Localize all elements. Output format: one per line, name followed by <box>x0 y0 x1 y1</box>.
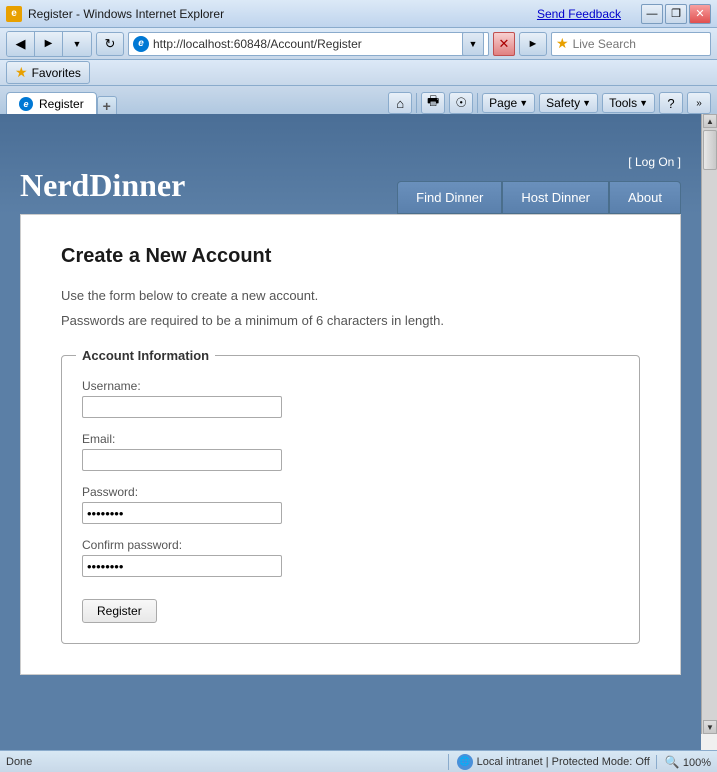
favorites-button[interactable]: ★ Favorites <box>6 61 90 84</box>
forward-button[interactable]: ▶ <box>35 32 63 56</box>
back-button[interactable]: ◀ <box>7 32 35 56</box>
title-bar: e Register - Windows Internet Explorer S… <box>0 0 717 28</box>
address-input[interactable] <box>153 37 458 51</box>
dropdown-button[interactable]: ▼ <box>63 32 91 56</box>
go-button[interactable]: ► <box>519 32 547 56</box>
browser-content-area: NerdDinner [ Log On ] Find Dinner Host D… <box>0 114 701 750</box>
home-icon[interactable]: ⌂ <box>388 92 412 114</box>
email-label: Email: <box>82 432 619 446</box>
search-input[interactable] <box>573 37 717 51</box>
print-icon[interactable]: 🖶 <box>421 92 445 114</box>
desc-line-1: Use the form below to create a new accou… <box>61 288 640 303</box>
ie-logo-icon: e <box>6 6 22 22</box>
status-text: Done <box>6 756 442 768</box>
refresh-button[interactable]: ↻ <box>96 32 124 56</box>
star-icon: ★ <box>15 64 28 81</box>
favorites-bar: ★ Favorites <box>0 60 717 86</box>
username-label: Username: <box>82 379 619 393</box>
minimize-button[interactable]: — <box>641 4 663 24</box>
page-button[interactable]: Page ▼ <box>482 93 535 113</box>
toolbar-separator-2 <box>477 93 478 113</box>
status-bar: Done 🌐 Local intranet | Protected Mode: … <box>0 750 717 772</box>
zone-info: 🌐 Local intranet | Protected Mode: Off <box>448 754 650 770</box>
username-input[interactable] <box>82 396 282 418</box>
live-search-icon: ★ <box>556 35 569 52</box>
host-dinner-button[interactable]: Host Dinner <box>502 181 609 214</box>
confirm-password-input[interactable] <box>82 555 282 577</box>
safety-chevron: ▼ <box>582 98 591 108</box>
nd-content-box: Create a New Account Use the form below … <box>20 214 681 675</box>
scroll-down-arrow[interactable]: ▼ <box>703 720 717 734</box>
find-dinner-button[interactable]: Find Dinner <box>397 181 502 214</box>
nd-header: NerdDinner [ Log On ] Find Dinner Host D… <box>0 114 701 214</box>
close-button[interactable]: ✕ <box>689 4 711 24</box>
safety-button[interactable]: Safety ▼ <box>539 93 598 113</box>
page-chevron: ▼ <box>519 98 528 108</box>
live-search-wrap: ★ 🔍 <box>551 32 711 56</box>
favorites-label: Favorites <box>32 66 81 80</box>
new-tab-button[interactable]: + <box>97 96 117 114</box>
help-button[interactable]: ? <box>659 92 683 114</box>
password-input[interactable] <box>82 502 282 524</box>
address-bar: ◀ ▶ ▼ ↻ e ▼ ✕ ► ★ 🔍 <box>0 28 717 60</box>
register-tab[interactable]: e Register <box>6 92 97 114</box>
nd-main: Create a New Account Use the form below … <box>0 214 701 695</box>
address-bar-input-wrap: e ▼ <box>128 32 489 56</box>
password-label: Password: <box>82 485 619 499</box>
tab-ie-icon: e <box>19 97 33 111</box>
scrollbar[interactable]: ▲ ▼ <box>701 114 717 734</box>
nd-nav: Find Dinner Host Dinner About <box>397 181 681 214</box>
desc-line-2: Passwords are required to be a minimum o… <box>61 313 640 328</box>
toolbar-separator <box>416 93 417 113</box>
scroll-thumb[interactable] <box>703 130 717 170</box>
dropdown-arrow[interactable]: ▼ <box>462 32 484 56</box>
username-field: Username: <box>82 379 619 418</box>
tools-chevron: ▼ <box>639 98 648 108</box>
confirm-password-label: Confirm password: <box>82 538 619 552</box>
earth-icon: 🌐 <box>457 754 473 770</box>
zoom-icon: 🔍 <box>665 755 680 769</box>
zone-text: Local intranet | Protected Mode: Off <box>477 756 650 768</box>
address-ie-icon: e <box>133 36 149 52</box>
logon-link[interactable]: [ Log On ] <box>628 155 681 169</box>
window-title: Register - Windows Internet Explorer <box>28 7 224 21</box>
zoom-info: 🔍 100% <box>656 755 711 769</box>
zoom-level: 100% <box>683 757 711 769</box>
send-feedback-link[interactable]: Send Feedback <box>537 7 621 21</box>
email-input[interactable] <box>82 449 282 471</box>
password-field: Password: <box>82 485 619 524</box>
email-field: Email: <box>82 432 619 471</box>
about-button[interactable]: About <box>609 181 681 214</box>
fieldset-legend: Account Information <box>76 348 215 363</box>
rss-icon[interactable]: ☉ <box>449 92 473 114</box>
nd-header-right: [ Log On ] Find Dinner Host Dinner About <box>397 155 681 214</box>
stop-button[interactable]: ✕ <box>493 32 515 56</box>
page-title: Create a New Account <box>61 245 640 268</box>
nd-logo: NerdDinner <box>20 167 185 214</box>
tab-label: Register <box>39 97 84 111</box>
account-info-fieldset: Account Information Username: Email: Pas… <box>61 348 640 644</box>
register-button[interactable]: Register <box>82 599 157 623</box>
tools-button[interactable]: Tools ▼ <box>602 93 655 113</box>
scroll-up-arrow[interactable]: ▲ <box>703 114 717 128</box>
restore-button[interactable]: ❐ <box>665 4 687 24</box>
extend-button[interactable]: » <box>687 92 711 114</box>
confirm-password-field: Confirm password: <box>82 538 619 577</box>
